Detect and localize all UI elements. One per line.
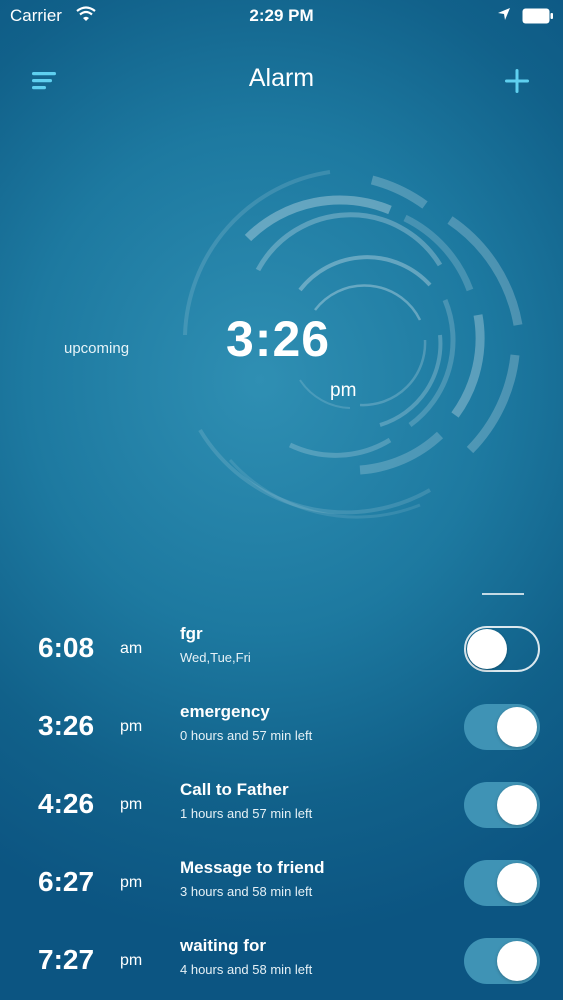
alarm-toggle[interactable] <box>464 860 540 906</box>
location-arrow-icon <box>497 7 511 26</box>
alarm-toggle[interactable] <box>464 782 540 828</box>
alarm-row[interactable]: 6:27 pm Message to friend 3 hours and 58… <box>0 844 563 922</box>
status-bar: Carrier 2:29 PM <box>0 0 563 32</box>
toggle-knob <box>467 629 507 669</box>
status-time: 2:29 PM <box>249 6 314 25</box>
alarm-label: Message to friend <box>180 858 325 877</box>
toggle-knob <box>497 785 537 825</box>
alarm-label: fgr <box>180 624 203 643</box>
alarm-row[interactable]: 6:08 am fgr Wed,Tue,Fri <box>0 610 563 688</box>
alarm-row[interactable]: 4:26 pm Call to Father 1 hours and 57 mi… <box>0 766 563 844</box>
alarm-time: 6:08 <box>38 632 95 663</box>
alarm-toggle[interactable] <box>464 938 540 984</box>
alarm-label: emergency <box>180 702 270 721</box>
upcoming-time: 3:26 <box>226 311 331 367</box>
plus-icon <box>505 69 529 93</box>
alarm-ampm: pm <box>120 874 143 891</box>
alarm-time: 7:27 <box>38 944 95 975</box>
alarm-subtitle: 3 hours and 58 min left <box>180 884 313 899</box>
alarm-toggle[interactable] <box>464 704 540 750</box>
alarm-time: 6:27 <box>38 866 95 897</box>
toggle-knob <box>497 707 537 747</box>
alarm-row[interactable]: 3:26 pm emergency 0 hours and 57 min lef… <box>0 688 563 766</box>
alarm-row[interactable]: 7:27 pm waiting for 4 hours and 58 min l… <box>0 922 563 1000</box>
alarm-toggle[interactable] <box>464 626 540 672</box>
upcoming-ampm: pm <box>330 380 357 401</box>
alarm-ampm: pm <box>120 796 143 813</box>
alarm-time: 4:26 <box>38 788 95 819</box>
alarm-subtitle: Wed,Tue,Fri <box>180 650 251 665</box>
alarm-subtitle: 0 hours and 57 min left <box>180 728 313 743</box>
alarm-ampm: am <box>120 640 143 657</box>
alarm-subtitle: 4 hours and 58 min left <box>180 962 313 977</box>
list-divider <box>482 593 524 595</box>
alarm-time: 3:26 <box>38 710 95 741</box>
alarm-ampm: pm <box>120 718 143 735</box>
battery-icon <box>522 8 554 29</box>
alarm-label: waiting for <box>180 936 266 955</box>
alarm-ampm: pm <box>120 952 143 969</box>
alarm-subtitle: 1 hours and 57 min left <box>180 806 313 821</box>
toggle-knob <box>497 941 537 981</box>
toggle-knob <box>497 863 537 903</box>
alarm-label: Call to Father <box>180 780 289 799</box>
page-title: Alarm <box>248 64 315 92</box>
upcoming-label: upcoming <box>64 340 130 357</box>
add-alarm-button[interactable] <box>500 64 534 98</box>
nav-bar: Alarm <box>0 58 563 102</box>
